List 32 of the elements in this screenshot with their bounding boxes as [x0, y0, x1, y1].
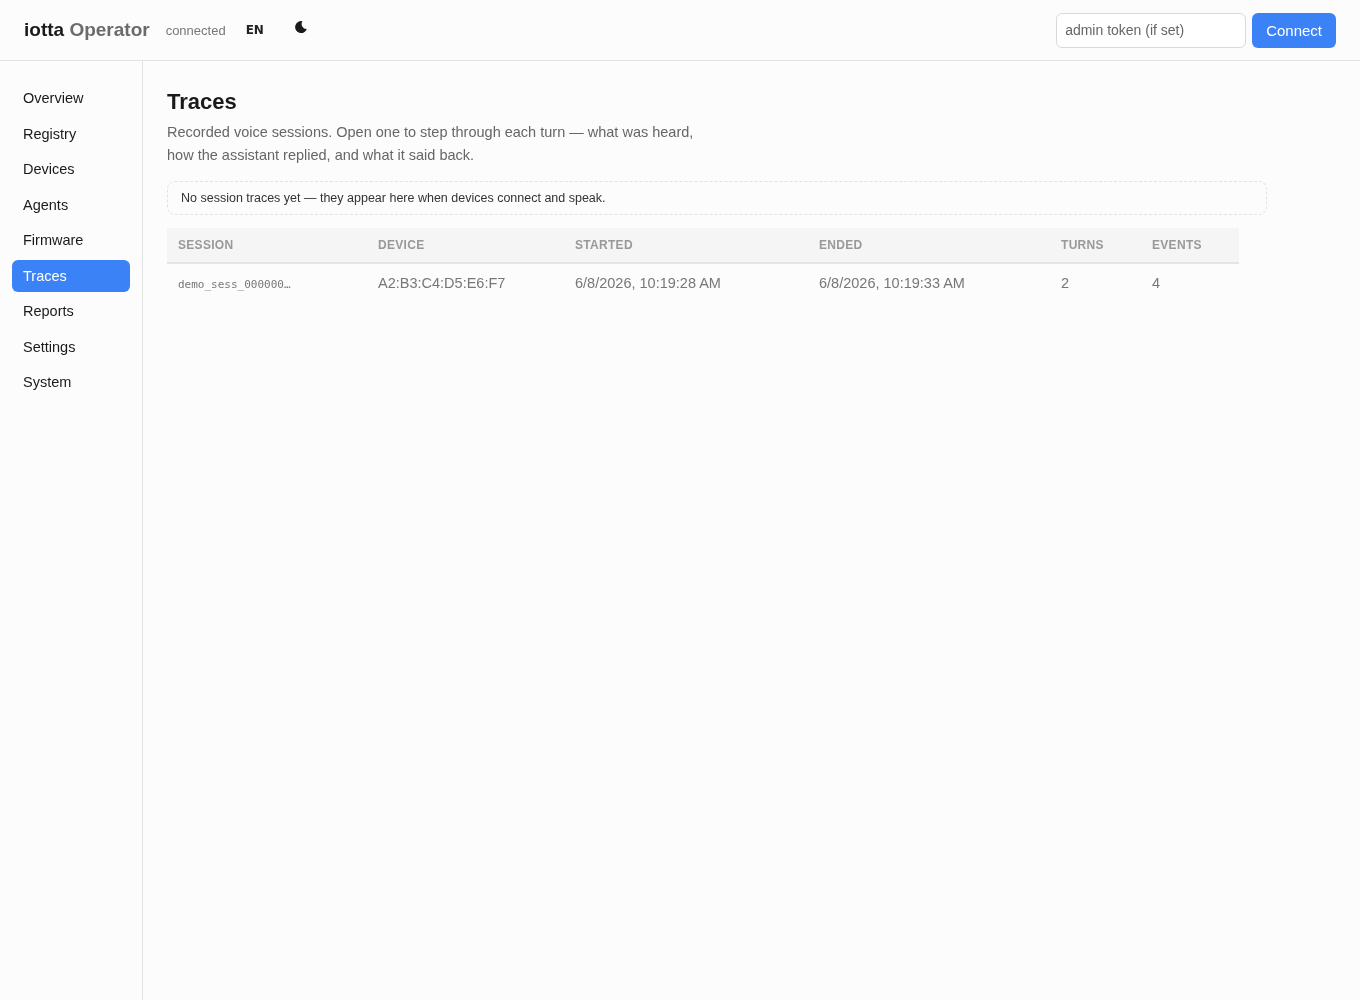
sidebar-item[interactable]: Firmware	[12, 224, 130, 256]
column-header: DEVICE	[367, 228, 564, 263]
connect-button[interactable]: Connect	[1252, 12, 1336, 48]
sidebar-item[interactable]: Overview	[12, 82, 130, 114]
language-button[interactable]: EN	[245, 23, 264, 37]
token-field[interactable]: admin token (if set)	[1056, 12, 1247, 48]
theme-toggle[interactable]	[293, 20, 308, 34]
table-cell: 4	[1152, 275, 1161, 291]
empty-notice: No session traces yet — they appear here when devices connect and speak.	[167, 181, 1267, 215]
column-header: SESSION	[167, 228, 367, 263]
table-row[interactable]: demo_sess_000000… A2:B3:C4:D5:E6:F7 6/8/2026, 10:19:28 AM 6/8/2026, 10:19:33 AM 2 4	[167, 263, 1239, 302]
table-cell: 2	[1061, 275, 1070, 291]
connection-status: connected	[165, 22, 226, 38]
column-header: TURNS	[1050, 228, 1141, 263]
sidebar-item[interactable]: Reports	[12, 295, 130, 327]
sidebar-item[interactable]: System	[12, 366, 130, 398]
table-cell: demo_sess_000000…	[178, 278, 291, 291]
sidebar-item[interactable]: Registry	[12, 117, 130, 150]
app-title: iotta Operator	[24, 19, 150, 41]
column-header: STARTED	[564, 228, 808, 263]
table-cell: A2:B3:C4:D5:E6:F7	[378, 275, 506, 291]
table-cell: 6/8/2026, 10:19:28 AM	[575, 275, 721, 291]
column-header: EVENTS	[1141, 228, 1239, 263]
table-cell: 6/8/2026, 10:19:33 AM	[819, 275, 965, 291]
sidebar-item[interactable]: Traces	[12, 259, 130, 292]
moon-icon	[293, 20, 308, 34]
sidebar-item[interactable]: Agents	[12, 188, 130, 221]
page-title: Traces	[167, 89, 238, 115]
sidebar-item[interactable]: Devices	[12, 153, 130, 185]
page-description: Recorded voice sessions. Open one to step through each turn — what was heard, how the assistant replied, and what it said back.	[167, 123, 695, 165]
sidebar-item[interactable]: Settings	[12, 330, 130, 363]
column-header: ENDED	[808, 228, 1050, 263]
